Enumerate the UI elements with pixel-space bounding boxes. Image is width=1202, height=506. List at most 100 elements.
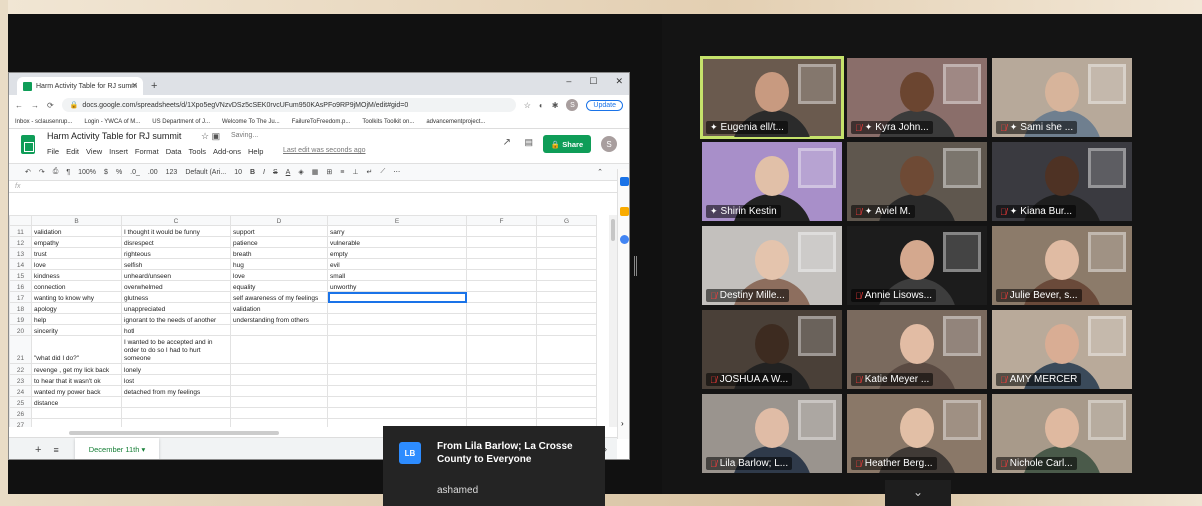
text-color-icon[interactable]: A	[286, 169, 291, 176]
sheet-tab-december[interactable]: December 11th ▾	[74, 437, 160, 459]
grid-cell[interactable]: empty	[327, 247, 467, 259]
grid-cell[interactable]	[536, 385, 597, 397]
row-number[interactable]: 17	[9, 291, 32, 303]
menu-file[interactable]: File	[47, 147, 59, 156]
document-title[interactable]: Harm Activity Table for RJ summit	[47, 131, 181, 141]
share-button[interactable]: 🔒 Share	[543, 135, 591, 153]
grid-cell[interactable]	[536, 324, 597, 336]
participant-tile[interactable]: 🎙̸ ✦ Aviel M.	[847, 142, 987, 221]
comments-icon[interactable]: ▤	[524, 137, 533, 148]
collapse-toolbar-icon[interactable]: ⌃	[597, 168, 603, 176]
grid-cell[interactable]: trust	[31, 247, 122, 259]
grid-cell[interactable]: apology	[31, 302, 122, 314]
bookmark-item[interactable]: Login - YWCA of M...	[84, 119, 140, 125]
new-tab-button[interactable]: +	[151, 80, 157, 92]
grid-cell[interactable]	[536, 335, 597, 364]
column-header[interactable]: G	[536, 215, 597, 226]
grid-cell[interactable]: evil	[327, 258, 467, 270]
grid-cell[interactable]	[230, 324, 328, 336]
bookmark-item[interactable]: Welcome To The Ju...	[222, 119, 280, 125]
grid-cell[interactable]	[536, 225, 597, 237]
grid-cell[interactable]	[536, 236, 597, 248]
grid-cell[interactable]: ignorant to the needs of another	[121, 313, 231, 325]
row-number[interactable]: 25	[9, 396, 32, 408]
grid-cell[interactable]: lonely	[121, 363, 231, 375]
grid-cell[interactable]	[466, 363, 537, 375]
column-header[interactable]: D	[230, 215, 328, 226]
participant-tile[interactable]: 🎙̸ Nichole Carl...	[992, 394, 1132, 473]
column-header[interactable]: C	[121, 215, 231, 226]
grid-cell[interactable]	[466, 236, 537, 248]
grid-cell[interactable]	[327, 385, 467, 397]
grid-cell[interactable]: love	[230, 269, 328, 281]
grid-cell[interactable]: sincerity	[31, 324, 122, 336]
participant-tile[interactable]: 🎙̸ AMY MERCER	[992, 310, 1132, 389]
grid-cell[interactable]	[327, 291, 467, 303]
grid-cell[interactable]	[327, 407, 467, 419]
grid-cell[interactable]: righteous	[121, 247, 231, 259]
bookmark-item[interactable]: US Department of J...	[152, 119, 210, 125]
column-header[interactable]: E	[327, 215, 467, 226]
grid-cell[interactable]	[230, 407, 328, 419]
grid-cell[interactable]	[327, 396, 467, 408]
grid-cell[interactable]	[466, 335, 537, 364]
print-icon[interactable]: ⎙	[53, 168, 59, 176]
grid-cell[interactable]: unworthy	[327, 280, 467, 292]
more-icon[interactable]: ⋯	[393, 168, 400, 176]
grid-cell[interactable]: hug	[230, 258, 328, 270]
grid-cell[interactable]: kindness	[31, 269, 122, 281]
puzzle-icon[interactable]: ✱	[552, 101, 559, 110]
grid-cell[interactable]: lost	[121, 374, 231, 386]
extension-icon[interactable]: ◐	[539, 101, 544, 110]
grid-cell[interactable]	[466, 374, 537, 386]
row-number[interactable]: 26	[9, 407, 32, 419]
grid-cell[interactable]	[327, 363, 467, 375]
grid-cell[interactable]	[466, 280, 537, 292]
grid-cell[interactable]: help	[31, 313, 122, 325]
column-header[interactable]: F	[466, 215, 537, 226]
row-number[interactable]: 21	[9, 335, 32, 364]
corner-cell[interactable]	[9, 215, 32, 226]
chat-notification[interactable]: LB From Lila Barlow; La Crosse County to…	[383, 426, 605, 506]
wrap-icon[interactable]: ↵	[366, 168, 372, 176]
grid-cell[interactable]	[536, 269, 597, 281]
grid-cell[interactable]: equality	[230, 280, 328, 292]
row-number[interactable]: 15	[9, 269, 32, 281]
grid-cell[interactable]: revenge , get my lick back	[31, 363, 122, 375]
participant-tile[interactable]: 🎙̸ Katie Meyer ...	[847, 310, 987, 389]
grid-cell[interactable]: patience	[230, 236, 328, 248]
participant-tile[interactable]: ✦ Eugenia ell/t...	[700, 56, 844, 139]
grid-cell[interactable]	[230, 418, 328, 427]
grid-cell[interactable]	[230, 385, 328, 397]
minimize-icon[interactable]: –	[566, 76, 571, 87]
grid-cell[interactable]	[536, 396, 597, 408]
back-icon[interactable]: ←	[15, 101, 23, 110]
row-number[interactable]: 22	[9, 363, 32, 375]
grid-cell[interactable]	[466, 225, 537, 237]
activity-trend-icon[interactable]: ↗	[503, 137, 511, 148]
merge-icon[interactable]: ⊞	[326, 168, 332, 176]
grid-cell[interactable]	[466, 396, 537, 408]
browser-tab[interactable]: Harm Activity Table for RJ summ ✕	[17, 77, 143, 95]
grid-cell[interactable]: sarry	[327, 225, 467, 237]
grid-cell[interactable]	[466, 324, 537, 336]
grid-cell[interactable]	[327, 313, 467, 325]
spreadsheet-grid[interactable]: B C D E F G 11 validation I thought it wou…	[9, 215, 609, 427]
bold-icon[interactable]: B	[250, 169, 255, 176]
grid-cell[interactable]	[327, 374, 467, 386]
menu-insert[interactable]: Insert	[109, 147, 128, 156]
row-number[interactable]: 13	[9, 247, 32, 259]
column-header[interactable]: B	[31, 215, 122, 226]
grid-cell[interactable]	[536, 247, 597, 259]
grid-cell[interactable]: disrespect	[121, 236, 231, 248]
profile-avatar[interactable]: S	[566, 99, 579, 111]
grid-cell[interactable]: validation	[31, 225, 122, 237]
all-sheets-button[interactable]: ≡	[53, 445, 58, 455]
grid-cell[interactable]	[536, 374, 597, 386]
row-number[interactable]: 23	[9, 374, 32, 386]
grid-cell[interactable]	[121, 418, 231, 427]
grid-cell[interactable]	[327, 324, 467, 336]
rotate-icon[interactable]: ⟋	[380, 168, 385, 176]
participant-tile[interactable]: 🎙̸ ✦ Kyra John...	[847, 58, 987, 137]
grid-cell[interactable]: self awareness of my feelings	[230, 291, 328, 303]
